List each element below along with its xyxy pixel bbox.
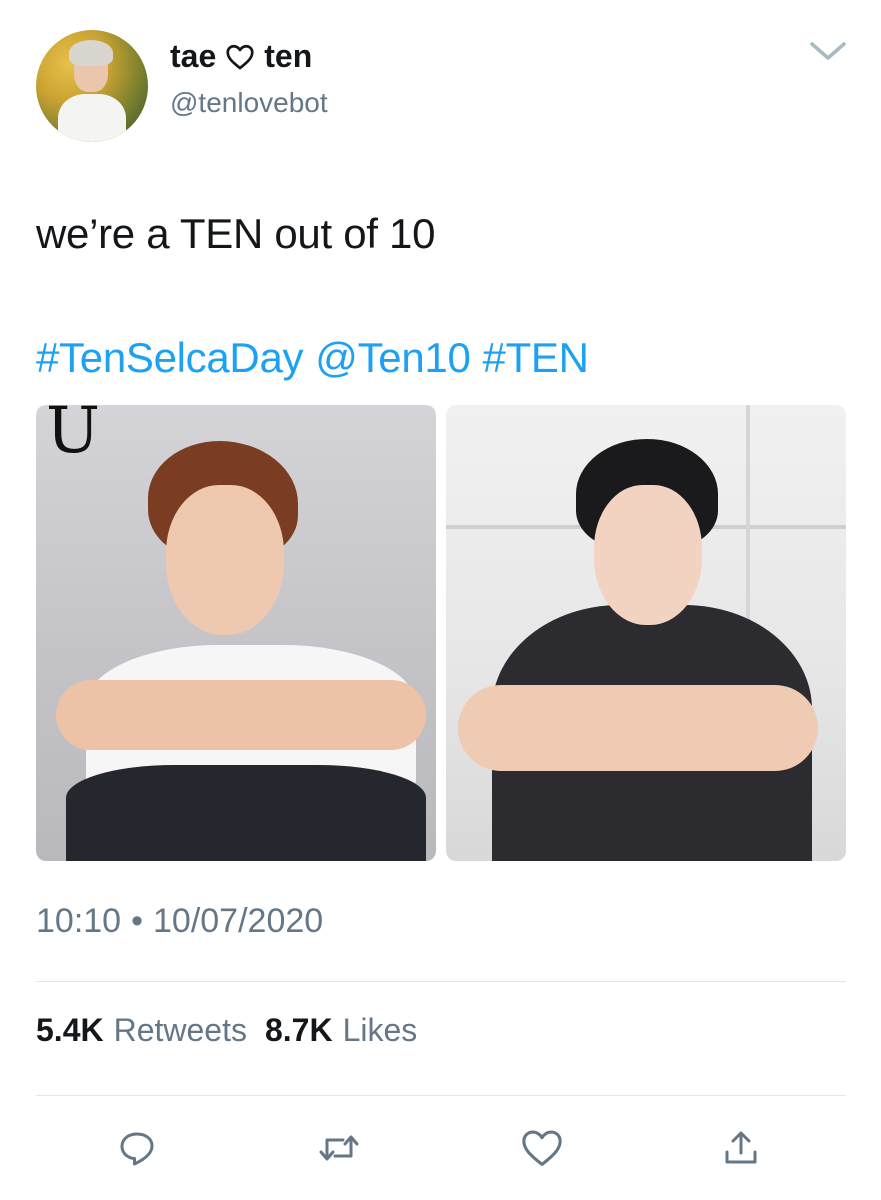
tweet-card: tae ten @tenlovebot we’re a TEN out of 1…	[0, 0, 881, 1200]
tweet-time: 10:10	[36, 902, 122, 940]
avatar-hair	[69, 40, 113, 66]
share-icon	[725, 1131, 757, 1164]
reply-icon	[120, 1132, 154, 1166]
display-name-part-1: tae	[170, 38, 217, 74]
retweet-button[interactable]	[316, 1125, 362, 1171]
photo-1-face	[166, 485, 284, 635]
retweets-count: 5.4K	[36, 1012, 104, 1048]
chevron-down-icon[interactable]	[806, 36, 850, 66]
like-button[interactable]	[519, 1125, 565, 1171]
photo-2-arms	[458, 685, 818, 771]
photo-1-arms	[56, 680, 426, 750]
share-button[interactable]	[718, 1125, 764, 1171]
divider	[36, 1095, 846, 1096]
tweet-timestamp[interactable]: 10:10 • 10/07/2020	[36, 902, 323, 941]
avatar-shirt	[58, 94, 126, 142]
heart-outline-icon	[226, 44, 254, 69]
display-name[interactable]: tae ten	[170, 38, 312, 75]
photo-1[interactable]: U	[36, 405, 436, 861]
photo-2-face	[594, 485, 702, 625]
timestamp-separator: •	[131, 902, 143, 940]
hashtag-ten[interactable]: #TEN	[483, 334, 589, 382]
likes-count: 8.7K	[264, 1012, 333, 1048]
media-grid: U	[36, 405, 846, 861]
hashtag-tenselcaday[interactable]: #TenSelcaDay	[36, 334, 304, 382]
likes-stat[interactable]: 8.7K Likes	[265, 1012, 417, 1049]
photo-1-pants	[66, 765, 426, 861]
retweets-label: Retweets	[113, 1012, 247, 1048]
divider	[36, 981, 846, 982]
reply-button[interactable]	[114, 1125, 160, 1171]
avatar[interactable]	[36, 30, 148, 142]
tweet-text: we’re a TEN out of 10	[36, 210, 436, 257]
retweet-icon	[319, 1135, 359, 1161]
tweet-tags: #TenSelcaDay @Ten10 #TEN	[36, 334, 589, 382]
mention-ten10[interactable]: @Ten10	[315, 334, 471, 382]
retweets-stat[interactable]: 5.4K Retweets	[36, 1012, 247, 1049]
likes-label: Likes	[342, 1012, 418, 1048]
user-handle[interactable]: @tenlovebot	[170, 87, 328, 119]
engagement-stats: 5.4K Retweets 8.7K Likes	[36, 1012, 417, 1049]
photo-2[interactable]	[446, 405, 846, 861]
magazine-logo: U	[46, 405, 100, 468]
display-name-part-2: ten	[264, 38, 313, 74]
tweet-date: 10/07/2020	[153, 902, 324, 940]
like-icon	[522, 1130, 562, 1166]
